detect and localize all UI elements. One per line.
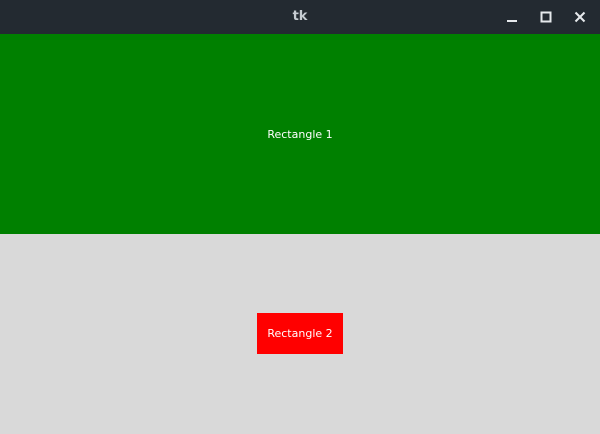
lower-area: Rectangle 2 [0,234,600,434]
maximize-button[interactable] [536,7,556,27]
minimize-icon [507,20,517,22]
close-icon [574,11,586,23]
rectangle-2: Rectangle 2 [257,313,343,354]
title-bar[interactable]: tk [0,0,600,34]
close-button[interactable] [570,7,590,27]
window-controls [502,0,590,34]
app-window: tk Rectangle 1 Rectangle 2 [0,0,600,434]
minimize-button[interactable] [502,7,522,27]
rectangle-1: Rectangle 1 [0,34,600,234]
rectangle-1-label: Rectangle 1 [267,127,333,141]
rectangle-2-label: Rectangle 2 [267,327,333,340]
maximize-icon [540,11,552,23]
